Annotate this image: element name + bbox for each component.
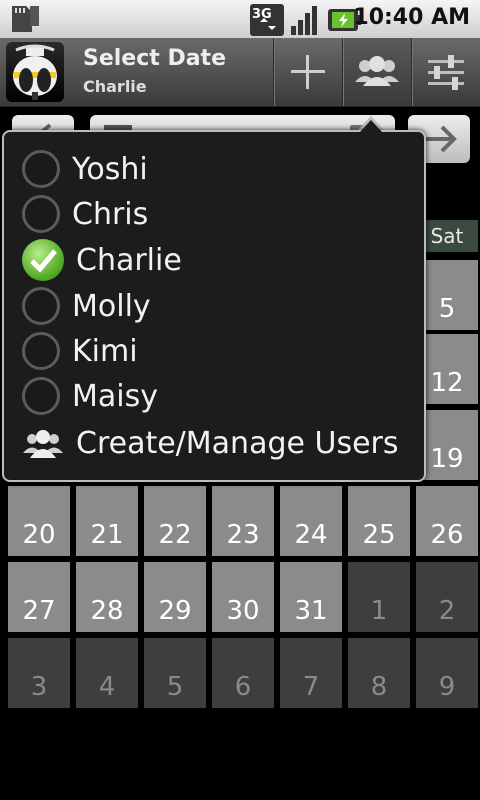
user-option-label: Chris	[72, 196, 149, 232]
manage-users-option[interactable]: Create/Manage Users	[22, 420, 417, 466]
settings-button[interactable]	[411, 38, 480, 106]
status-bar: 3G 10:40 AM	[0, 0, 480, 38]
calendar-day-number: 27	[22, 596, 56, 626]
calendar-day-cell[interactable]: 8	[348, 638, 410, 708]
users-button[interactable]	[342, 38, 411, 106]
calendar-day-number: 2	[438, 596, 456, 626]
calendar-day-cell[interactable]: 20	[8, 486, 70, 556]
sd-card-notification-icon	[12, 6, 39, 32]
radio-unchecked-icon	[22, 150, 60, 188]
calendar-day-number: 30	[226, 596, 260, 626]
calendar-day-cell[interactable]: 21	[76, 486, 138, 556]
calendar-day-number: 26	[430, 520, 464, 550]
radio-unchecked-icon	[22, 287, 60, 325]
user-option-charlie[interactable]: Charlie	[22, 237, 417, 283]
calendar-day-number: 20	[22, 520, 56, 550]
user-option-molly[interactable]: Molly	[22, 283, 417, 329]
radio-unchecked-icon	[22, 195, 60, 233]
clock-time: 10:40 AM	[353, 5, 470, 30]
user-option-label: Molly	[72, 288, 151, 324]
calendar-day-cell[interactable]: 2	[416, 562, 478, 632]
action-bar: Select Date Charlie	[0, 38, 480, 107]
calendar-day-cell[interactable]: 25	[348, 486, 410, 556]
user-option-chris[interactable]: Chris	[22, 191, 417, 237]
calendar-day-number: 22	[158, 520, 192, 550]
calendar-day-cell[interactable]: 23	[212, 486, 274, 556]
calendar-day-cell[interactable]: 31	[280, 562, 342, 632]
calendar-day-cell[interactable]: 3	[8, 638, 70, 708]
user-menu-popup: Yoshi Chris Charlie Molly Kimi Maisy Cre…	[2, 130, 426, 482]
signal-strength-icon	[291, 6, 317, 35]
calendar-day-number: 21	[90, 520, 124, 550]
calendar-day-cell[interactable]: 6	[212, 638, 274, 708]
calendar-day-cell[interactable]: 30	[212, 562, 274, 632]
users-icon	[355, 56, 399, 86]
calendar-day-number: 6	[234, 672, 252, 702]
calendar-day-cell[interactable]: 26	[416, 486, 478, 556]
calendar-day-number: 3	[30, 672, 48, 702]
user-option-label: Charlie	[76, 242, 182, 278]
calendar-day-number: 8	[370, 672, 388, 702]
radio-unchecked-icon	[22, 377, 60, 415]
user-option-label: Kimi	[72, 333, 138, 369]
calendar-day-number: 7	[302, 672, 320, 702]
user-option-yoshi[interactable]: Yoshi	[22, 146, 417, 192]
user-option-maisy[interactable]: Maisy	[22, 373, 417, 419]
radio-unchecked-icon	[22, 332, 60, 370]
user-option-label: Maisy	[72, 378, 158, 414]
calendar-day-number: 4	[98, 672, 116, 702]
calendar-day-cell[interactable]: 22	[144, 486, 206, 556]
calendar-day-cell[interactable]: 1	[348, 562, 410, 632]
calendar-day-number: 28	[90, 596, 124, 626]
calendar-day-cell[interactable]: 28	[76, 562, 138, 632]
radio-checked-icon	[22, 239, 64, 281]
app-logo-icon[interactable]	[6, 42, 64, 102]
calendar-day-number: 25	[362, 520, 396, 550]
page-title: Select Date	[83, 46, 226, 71]
users-icon	[23, 430, 63, 458]
calendar-day-number: 1	[370, 596, 388, 626]
calendar-day-number: 29	[158, 596, 192, 626]
3g-data-icon: 3G	[250, 4, 284, 36]
add-icon	[291, 55, 325, 89]
user-option-kimi[interactable]: Kimi	[22, 328, 417, 374]
add-button[interactable]	[273, 38, 342, 106]
calendar-day-number: 31	[294, 596, 328, 626]
popup-pointer-inner	[360, 120, 382, 132]
calendar-day-cell[interactable]: 29	[144, 562, 206, 632]
calendar-day-cell[interactable]: 9	[416, 638, 478, 708]
calendar-day-cell[interactable]: 24	[280, 486, 342, 556]
calendar-day-cell[interactable]: 4	[76, 638, 138, 708]
calendar-day-number: 23	[226, 520, 260, 550]
calendar-day-cell[interactable]: 27	[8, 562, 70, 632]
current-user-subtitle: Charlie	[83, 77, 147, 96]
calendar-day-cell[interactable]: 7	[280, 638, 342, 708]
calendar-day-cell[interactable]: 5	[144, 638, 206, 708]
settings-sliders-icon	[428, 55, 464, 90]
manage-users-label: Create/Manage Users	[76, 425, 399, 461]
calendar-day-number: 5	[166, 672, 184, 702]
calendar-day-number: 9	[438, 672, 456, 702]
calendar-day-number: 24	[294, 520, 328, 550]
network-type: 3G	[252, 7, 272, 22]
user-option-label: Yoshi	[72, 151, 148, 187]
